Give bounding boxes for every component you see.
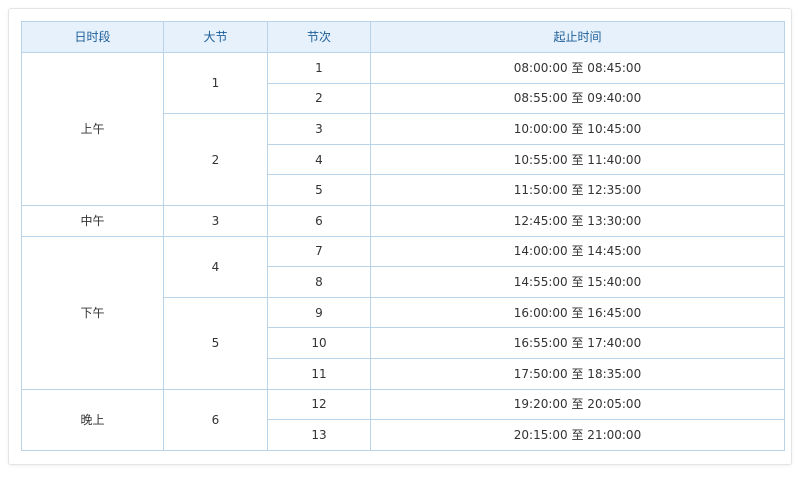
session-cell: 2	[163, 113, 268, 206]
class-number-cell: 8	[267, 266, 371, 298]
table-row: 下午 4 7 14:00:00 至 14:45:00	[21, 235, 785, 390]
time-range-cell: 08:00:00 至 08:45:00	[370, 52, 785, 84]
time-range-cell: 10:00:00 至 10:45:00	[370, 113, 785, 145]
class-number-cell: 9	[267, 296, 371, 329]
class-number-cell: 1	[267, 52, 371, 84]
time-range-cell: 14:55:00 至 15:40:00	[370, 266, 785, 298]
period-cell: 中午	[21, 204, 164, 237]
header-major-session: 大节	[163, 21, 268, 53]
class-number-cell: 6	[267, 204, 371, 237]
class-number-cell: 4	[267, 143, 371, 176]
time-range-cell: 11:50:00 至 12:35:00	[370, 174, 785, 206]
class-number-cell: 3	[267, 113, 371, 145]
period-cell: 下午	[21, 235, 164, 390]
class-number-cell: 12	[267, 388, 371, 421]
time-range-cell: 16:55:00 至 17:40:00	[370, 327, 785, 359]
period-cell: 晚上	[21, 388, 164, 451]
header-class-number: 节次	[267, 21, 371, 53]
time-range-cell: 10:55:00 至 11:40:00	[370, 143, 785, 176]
class-number-cell: 11	[267, 357, 371, 390]
time-range-cell: 17:50:00 至 18:35:00	[370, 357, 785, 390]
class-number-cell: 2	[267, 82, 371, 115]
table-row: 晚上 6 12 19:20:00 至 20:05:00	[21, 388, 785, 451]
time-range-cell: 20:15:00 至 21:00:00	[370, 419, 785, 451]
time-range-cell: 19:20:00 至 20:05:00	[370, 388, 785, 421]
class-number-cell: 10	[267, 327, 371, 359]
class-number-cell: 7	[267, 235, 371, 268]
header-day-period: 日时段	[21, 21, 164, 53]
header-row: 日时段 大节 节次 起止时间	[21, 21, 785, 53]
time-range-cell: 16:00:00 至 16:45:00	[370, 296, 785, 329]
session-cell: 4	[163, 235, 268, 298]
table-row: 中午 3 6 12:45:00 至 13:30:00	[21, 204, 785, 237]
period-cell: 上午	[21, 52, 164, 206]
table-row: 上午 1 1 08:00:00 至 08:45:00	[21, 51, 785, 206]
time-range-cell: 12:45:00 至 13:30:00	[370, 204, 785, 237]
session-cell: 1	[163, 51, 268, 115]
session-cell: 3	[163, 204, 268, 237]
time-range-cell: 14:00:00 至 14:45:00	[370, 235, 785, 268]
schedule-table: 日时段 大节 节次 起止时间 上午 1 1 08:00:00 至 08:45:0…	[21, 21, 785, 451]
session-cell: 5	[163, 296, 268, 390]
class-number-cell: 5	[267, 174, 371, 206]
class-number-cell: 13	[267, 419, 371, 451]
time-range-cell: 08:55:00 至 09:40:00	[370, 82, 785, 115]
header-time-range: 起止时间	[370, 21, 785, 53]
session-cell: 6	[163, 388, 268, 451]
